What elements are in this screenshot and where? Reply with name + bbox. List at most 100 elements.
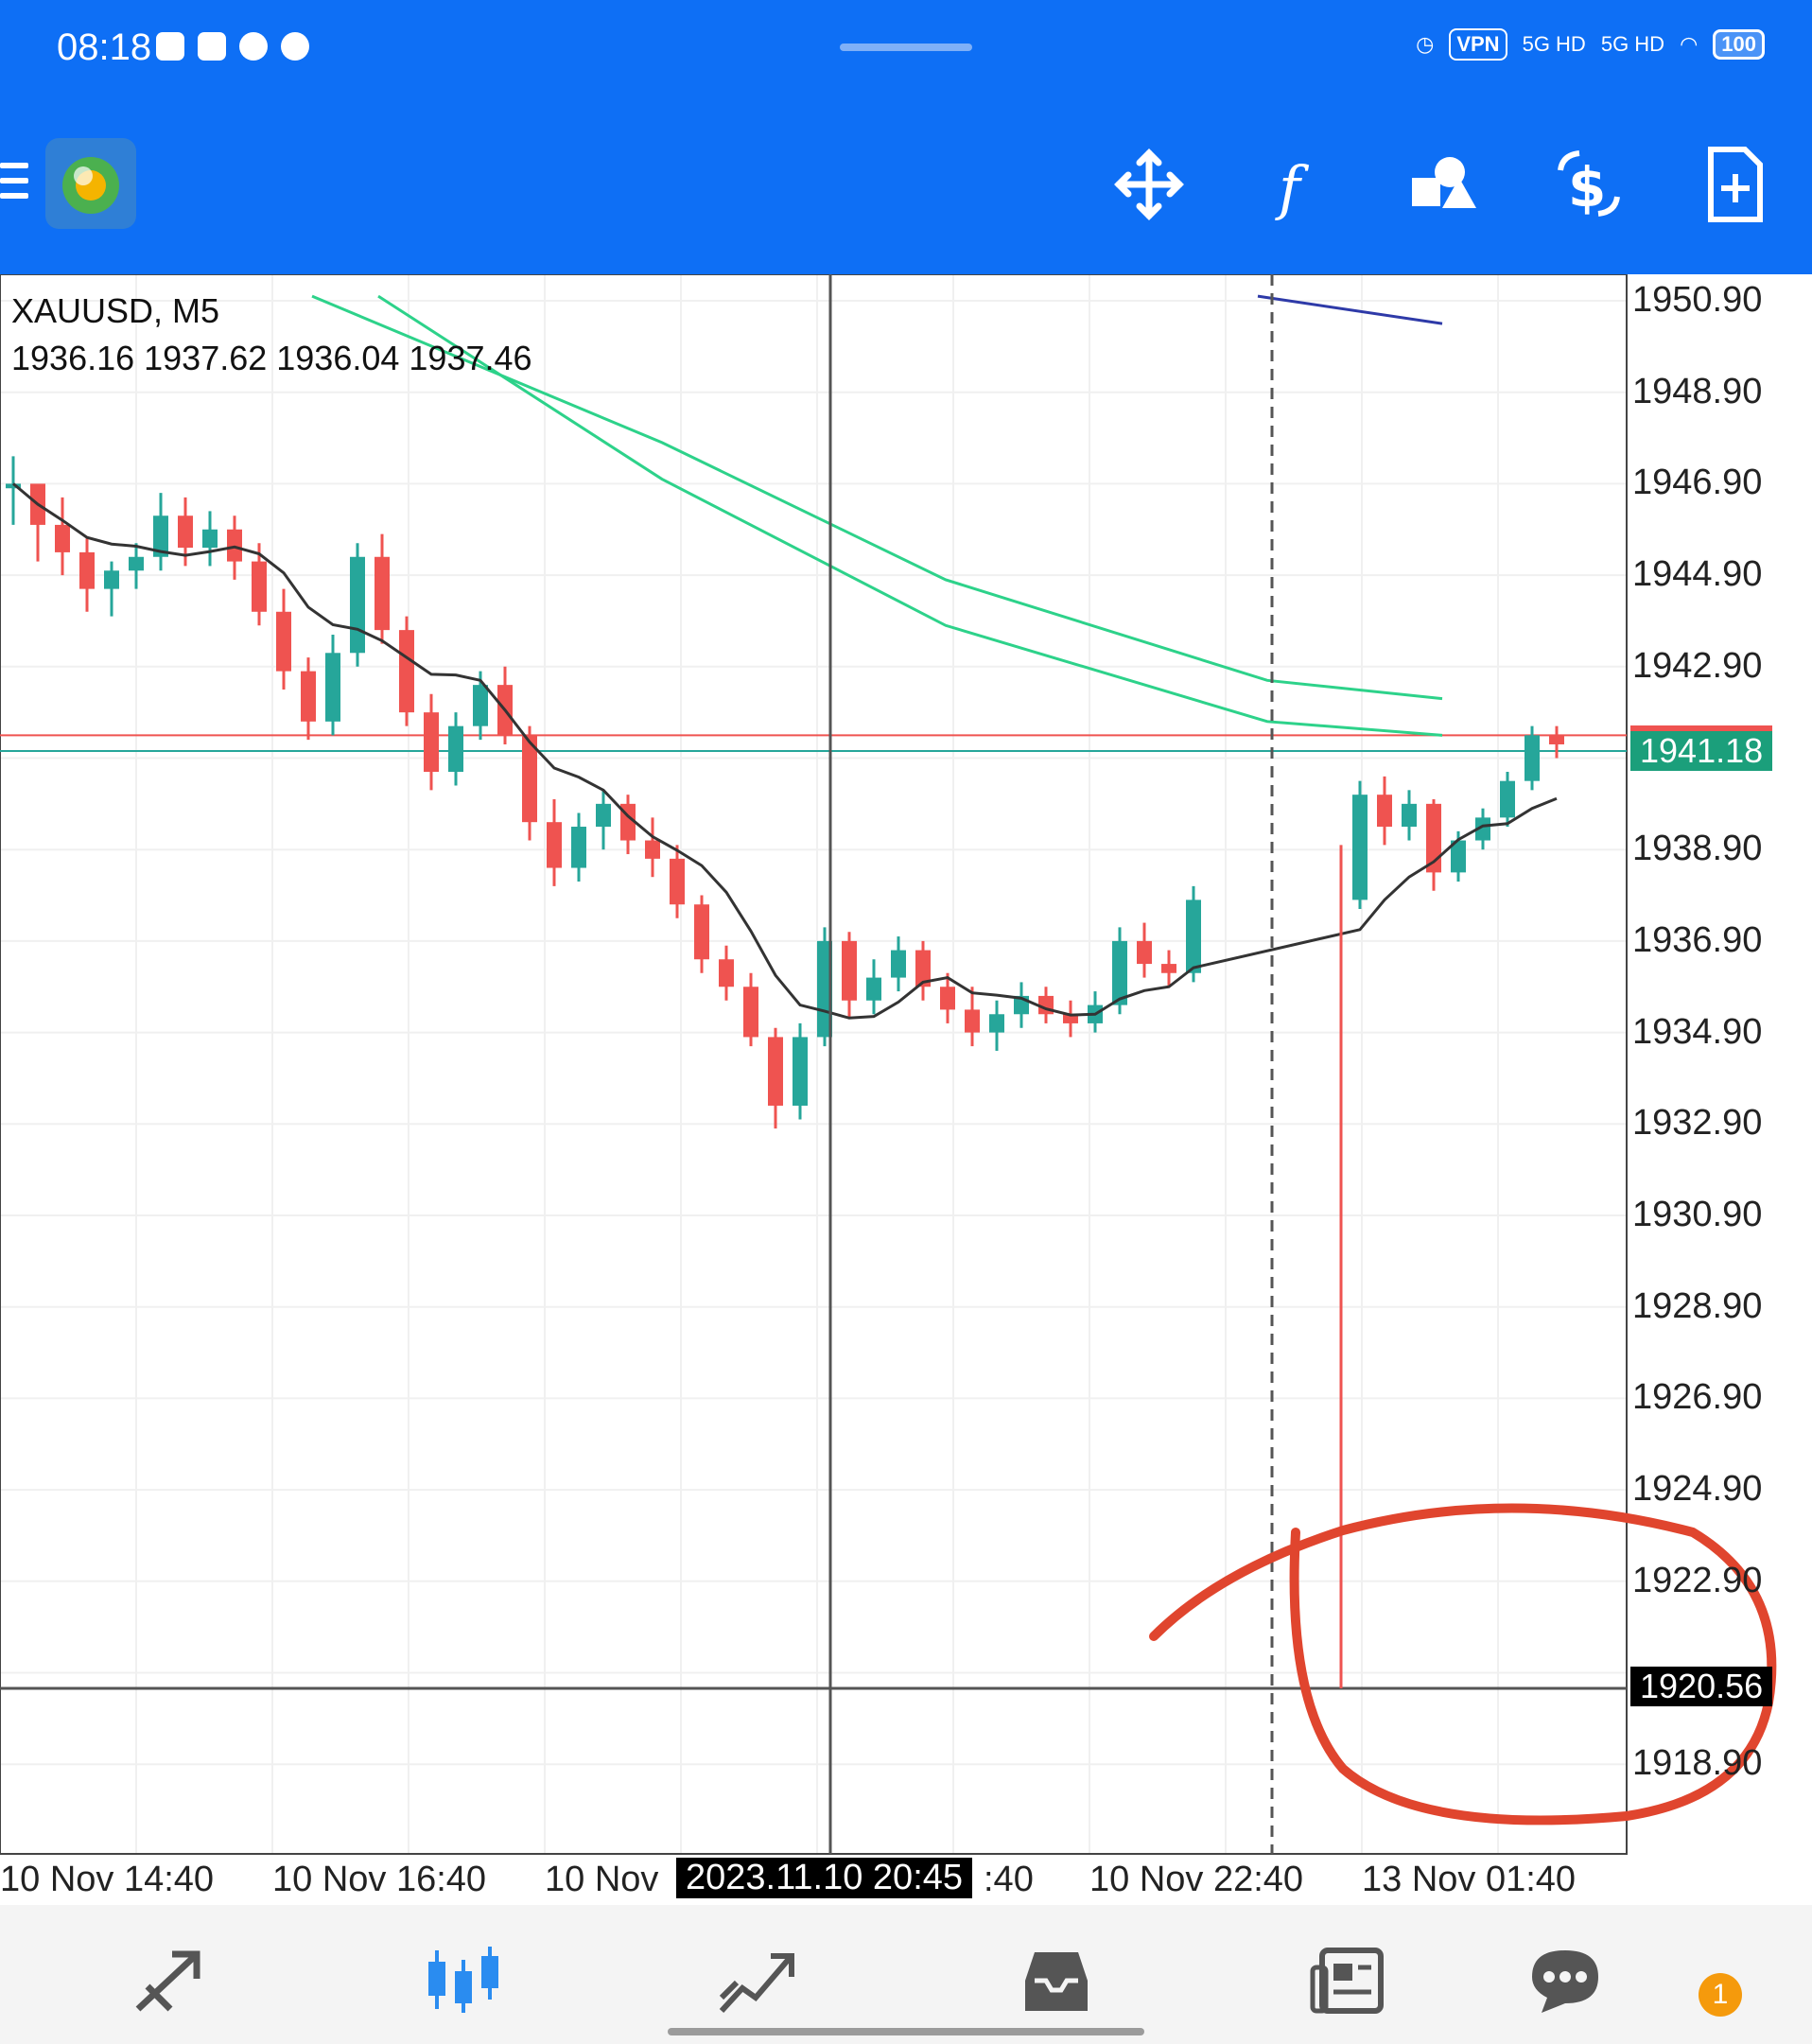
- indicators-icon[interactable]: f: [1258, 142, 1333, 227]
- top-app-bar: 08:18 ◷ VPN 5G HD 5G HD ◠ 100 f $: [0, 0, 1812, 274]
- candle-body: [325, 653, 340, 722]
- candle-body: [1525, 735, 1540, 781]
- network-indicator-1: 5G HD: [1522, 32, 1586, 56]
- status-right: ◷ VPN 5G HD 5G HD ◠ 100: [1416, 28, 1765, 61]
- candle-body: [375, 556, 390, 631]
- app-notification-icon: [198, 32, 226, 61]
- candle-body: [940, 987, 955, 1010]
- tiktok-icon: [156, 32, 184, 61]
- battery-indicator: 100: [1713, 29, 1765, 60]
- candle-body: [276, 611, 291, 672]
- vpn-indicator: VPN: [1449, 28, 1507, 61]
- candle-body: [1137, 940, 1152, 965]
- trade-dollar-icon[interactable]: $: [1551, 142, 1627, 227]
- candle-body: [178, 515, 193, 549]
- price-label: 1942.90: [1632, 645, 1763, 686]
- candle-body: [1549, 735, 1564, 744]
- new-order-icon[interactable]: [1698, 142, 1773, 227]
- bid-price-tag: 1941.18: [1630, 725, 1773, 771]
- ma-green-lower: [377, 294, 1443, 737]
- badge-3d-icon: [281, 32, 309, 61]
- candle-body: [768, 1037, 783, 1106]
- candle-body: [448, 725, 463, 773]
- time-label-3: 10 Nov: [545, 1860, 659, 1899]
- chart-symbol: XAUUSD, M5: [11, 291, 220, 330]
- candle-body: [793, 1037, 808, 1106]
- candle-body: [55, 524, 70, 552]
- candle-body: [719, 959, 734, 987]
- price-label: 1924.90: [1632, 1469, 1763, 1510]
- candle-body: [743, 987, 758, 1038]
- candle-body: [424, 712, 439, 773]
- wifi-icon: ◠: [1680, 32, 1699, 56]
- price-label: 1948.90: [1632, 371, 1763, 411]
- candle-body: [301, 671, 316, 722]
- time-label-2: 10 Nov 16:40: [272, 1860, 487, 1899]
- candle-body: [227, 529, 242, 562]
- crosshair-time-tag: 2023.11.10 20:45: [676, 1858, 973, 1898]
- candle-body: [1186, 900, 1201, 973]
- candle-body: [104, 570, 119, 589]
- candle-body: [547, 822, 562, 868]
- candle-body: [842, 940, 857, 1001]
- candle-body: [891, 950, 906, 978]
- candle-body: [989, 1014, 1004, 1033]
- status-bar: 08:18 ◷ VPN 5G HD 5G HD ◠ 100: [0, 0, 1812, 99]
- crosshair-price-tag: 1920.56: [1630, 1667, 1773, 1706]
- candle-body: [645, 840, 660, 859]
- price-label: 1936.90: [1632, 919, 1763, 960]
- time-label-1: 10 Nov 14:40: [0, 1860, 215, 1899]
- time-label-4: :40: [984, 1860, 1034, 1899]
- drag-handle[interactable]: [840, 44, 972, 51]
- price-label: 1932.90: [1632, 1103, 1763, 1144]
- chart-frame: [0, 274, 1628, 1855]
- objects-icon[interactable]: [1404, 142, 1480, 227]
- candle-body: [1500, 780, 1515, 818]
- price-label: 1918.90: [1632, 1743, 1763, 1784]
- candle-body: [596, 803, 611, 828]
- network-indicator-2: 5G HD: [1600, 32, 1665, 56]
- speedometer-icon: ◷: [1416, 32, 1435, 56]
- candle-body: [129, 556, 144, 571]
- home-indicator[interactable]: [668, 2028, 1144, 2035]
- candle-body: [79, 551, 95, 589]
- notification-icons: [156, 32, 309, 61]
- candle-body: [1352, 795, 1368, 900]
- messages-icon[interactable]: [1523, 1943, 1608, 2018]
- price-label: 1934.90: [1632, 1011, 1763, 1052]
- candle-body: [866, 977, 881, 1001]
- menu-icon[interactable]: [0, 163, 28, 206]
- candle-body: [350, 556, 365, 654]
- notification-badge: 1: [1699, 1973, 1742, 2017]
- crosshair-move-icon[interactable]: [1111, 142, 1187, 227]
- price-label: 1950.90: [1632, 280, 1763, 320]
- candle-body: [670, 858, 685, 905]
- candle-body: [1377, 795, 1392, 828]
- chart-icon[interactable]: [421, 1943, 506, 2018]
- candle-body: [694, 904, 709, 960]
- candle-body: [473, 685, 488, 726]
- price-chart[interactable]: [0, 274, 1812, 1901]
- price-label: 1946.90: [1632, 463, 1763, 503]
- app-logo-icon[interactable]: [45, 138, 136, 229]
- candle-body: [571, 827, 586, 868]
- candle-body: [1402, 803, 1417, 828]
- trade-icon[interactable]: [714, 1943, 799, 2018]
- price-label: 1930.90: [1632, 1195, 1763, 1234]
- candle-body: [1112, 940, 1127, 1005]
- status-time: 08:18: [57, 26, 152, 68]
- history-icon[interactable]: [1014, 1943, 1099, 2018]
- candle-body: [399, 630, 414, 713]
- bottom-navigation: [0, 1905, 1812, 2044]
- chart-ohlc: 1936.16 1937.62 1936.04 1937.46: [11, 339, 532, 377]
- sync-icon: [239, 32, 268, 61]
- svg-text:$: $: [1568, 155, 1606, 219]
- time-label-6: 13 Nov 01:40: [1362, 1860, 1577, 1899]
- candle-body: [252, 561, 267, 612]
- quotes-icon[interactable]: [129, 1943, 214, 2018]
- time-label-5: 10 Nov 22:40: [1089, 1860, 1304, 1899]
- svg-text:f: f: [1275, 153, 1310, 222]
- price-label: 1944.90: [1632, 554, 1763, 595]
- candle-body: [965, 1009, 980, 1033]
- news-icon[interactable]: [1305, 1943, 1390, 2018]
